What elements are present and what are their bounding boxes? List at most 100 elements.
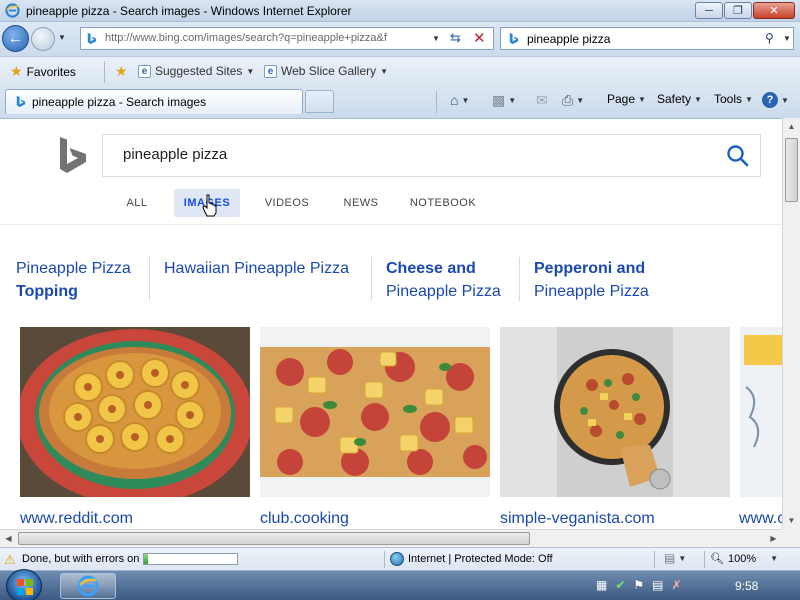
tab-active[interactable]: pineapple pizza - Search images: [5, 89, 303, 114]
scroll-up-icon[interactable]: ▲: [783, 118, 800, 135]
scope-tab-all[interactable]: ALL: [120, 189, 154, 217]
related-search-cheese-and-pineapple-pizza[interactable]: Cheese and Pineapple Pizza: [386, 257, 501, 303]
home-icon: ⌂: [450, 92, 459, 108]
title-bar: pineapple pizza - Search images - Window…: [0, 0, 800, 22]
history-dropdown-icon[interactable]: ▼: [58, 33, 66, 42]
chevron-down-icon: ▼: [745, 94, 753, 104]
close-button[interactable]: ✕: [753, 2, 795, 19]
address-text[interactable]: http://www.bing.com/images/search?q=pine…: [105, 32, 429, 44]
favorites-button[interactable]: ★ Favorites: [10, 63, 76, 80]
vertical-scrollbar[interactable]: ▲ ▼: [782, 118, 800, 529]
compatibility-view-icon[interactable]: ⇆: [450, 30, 461, 46]
related-search-hawaiian-pineapple-pizza[interactable]: Hawaiian Pineapple Pizza: [164, 257, 349, 280]
divider: [0, 224, 782, 225]
print-button[interactable]: ⎙ ▼: [562, 92, 584, 109]
result-source-link[interactable]: club.cooking: [260, 510, 349, 528]
favorites-bar: ★ Favorites ★ e Suggested Sites ▼ e Web …: [0, 56, 800, 86]
stop-icon[interactable]: ✕: [473, 29, 486, 47]
status-text[interactable]: Done, but with errors on page.: [22, 553, 140, 565]
image-result-partial[interactable]: [740, 327, 782, 497]
network-icon[interactable]: ▤: [652, 578, 663, 592]
security-zone[interactable]: Internet | Protected Mode: Off: [390, 552, 553, 566]
page-menu-label: Page: [607, 92, 636, 106]
divider: [436, 91, 437, 113]
scroll-left-icon[interactable]: ◀: [0, 530, 17, 547]
bing-search-input[interactable]: pineapple pizza: [123, 146, 227, 163]
progress-fill: [144, 554, 148, 564]
related-search-plain: Hawaiian Pineapple Pizza: [164, 260, 349, 277]
new-tab-button[interactable]: [305, 90, 334, 113]
shield-icon: ▤: [664, 551, 676, 565]
chevron-down-icon: ▼: [246, 66, 255, 76]
maximize-button[interactable]: ❐: [724, 2, 752, 19]
scope-tab-notebook[interactable]: NOTEBOOK: [410, 189, 476, 217]
taskbar-internet-explorer[interactable]: [60, 573, 116, 599]
result-source-link[interactable]: www.c: [739, 510, 782, 528]
divider: [371, 257, 372, 301]
image-result-simple-veganista[interactable]: [500, 327, 730, 497]
horizontal-scrollbar[interactable]: ◀ ▶: [0, 529, 782, 547]
window-title: pineapple pizza - Search images - Window…: [26, 4, 352, 18]
page-content: pineapple pizza ALL IMAGES VIDEOS NEWS N…: [0, 118, 782, 529]
clock[interactable]: 9:58: [735, 579, 758, 593]
image-result-club-cooking[interactable]: [260, 327, 490, 497]
volume-muted-icon[interactable]: ✗: [672, 578, 682, 592]
start-button[interactable]: [6, 569, 42, 600]
security-zone-label: Internet | Protected Mode: Off: [408, 553, 553, 565]
pizza-photo-image: [500, 327, 730, 497]
warning-icon[interactable]: ⚠: [4, 552, 16, 568]
ie-logo-icon: [77, 575, 99, 597]
page-menu[interactable]: Page ▼: [607, 92, 646, 106]
address-bar[interactable]: http://www.bing.com/images/search?q=pine…: [80, 27, 494, 50]
address-dropdown-icon[interactable]: ▼: [432, 34, 440, 43]
scroll-right-icon[interactable]: ▶: [765, 530, 782, 547]
bing-logo-icon[interactable]: [56, 135, 90, 175]
action-center-flag-icon[interactable]: ⚑: [633, 578, 644, 592]
scope-tab-news[interactable]: NEWS: [342, 189, 380, 217]
favorites-label: Favorites: [26, 64, 76, 79]
horizontal-scroll-thumb[interactable]: [18, 532, 530, 545]
favorites-link-web-slice-gallery[interactable]: e Web Slice Gallery ▼: [264, 64, 388, 78]
favorites-link-suggested-sites[interactable]: e Suggested Sites ▼: [138, 64, 254, 78]
ie-page-icon: e: [264, 64, 277, 78]
security-center-icon[interactable]: ✔: [615, 578, 625, 592]
result-source-link[interactable]: www.reddit.com: [20, 510, 133, 528]
chevron-down-icon: ▼: [781, 95, 789, 105]
navigation-bar: ← ▼ http://www.bing.com/images/search?q=…: [0, 22, 800, 56]
pizza-photo-image: [740, 327, 782, 497]
zoom-control[interactable]: 🔍︎ 100% ▼: [710, 552, 778, 566]
related-search-plain: Pineapple Pizza: [16, 260, 131, 277]
minimize-button[interactable]: ─: [695, 2, 723, 19]
hand-pointer-cursor-icon: [202, 194, 217, 217]
related-search-pineapple-pizza-topping[interactable]: Pineapple Pizza Topping: [16, 257, 131, 303]
scrollbar-corner: [782, 529, 800, 547]
browser-search-text[interactable]: pineapple pizza: [527, 32, 610, 46]
related-search-pepperoni-and-pineapple-pizza[interactable]: Pepperoni and Pineapple Pizza: [534, 257, 649, 303]
zoom-icon: 🔍︎: [710, 553, 724, 565]
image-result-reddit[interactable]: [20, 327, 250, 497]
feeds-button[interactable]: ▩ ▼: [492, 92, 516, 109]
search-icon[interactable]: [725, 143, 751, 169]
read-mail-button[interactable]: ✉: [536, 92, 548, 109]
scope-tab-videos[interactable]: VIDEOS: [264, 189, 310, 217]
back-button[interactable]: ←: [2, 25, 29, 52]
tools-menu[interactable]: Tools ▼: [714, 92, 753, 106]
protected-mode-button[interactable]: ▤ ▼: [664, 551, 686, 565]
help-button[interactable]: ? ▼: [762, 92, 789, 108]
search-options-dropdown-icon[interactable]: ▼: [783, 34, 791, 43]
related-search-plain: Pineapple Pizza: [386, 283, 501, 300]
related-search-bold: Cheese and: [386, 260, 476, 277]
home-button[interactable]: ⌂ ▼: [450, 92, 469, 108]
forward-button[interactable]: [31, 27, 55, 51]
vertical-scroll-thumb[interactable]: [785, 138, 798, 202]
divider: [704, 551, 705, 568]
bing-search-box[interactable]: pineapple pizza: [102, 134, 761, 177]
scroll-down-icon[interactable]: ▼: [783, 512, 800, 529]
add-to-favorites-icon[interactable]: ★: [115, 63, 128, 80]
browser-search-box[interactable]: pineapple pizza ⚲ ▼: [500, 27, 794, 50]
safety-menu[interactable]: Safety ▼: [657, 92, 702, 106]
result-source-link[interactable]: simple-veganista.com: [500, 510, 655, 528]
divider: [519, 257, 520, 301]
document-icon[interactable]: ▦: [596, 578, 607, 592]
search-icon[interactable]: ⚲: [765, 31, 774, 45]
